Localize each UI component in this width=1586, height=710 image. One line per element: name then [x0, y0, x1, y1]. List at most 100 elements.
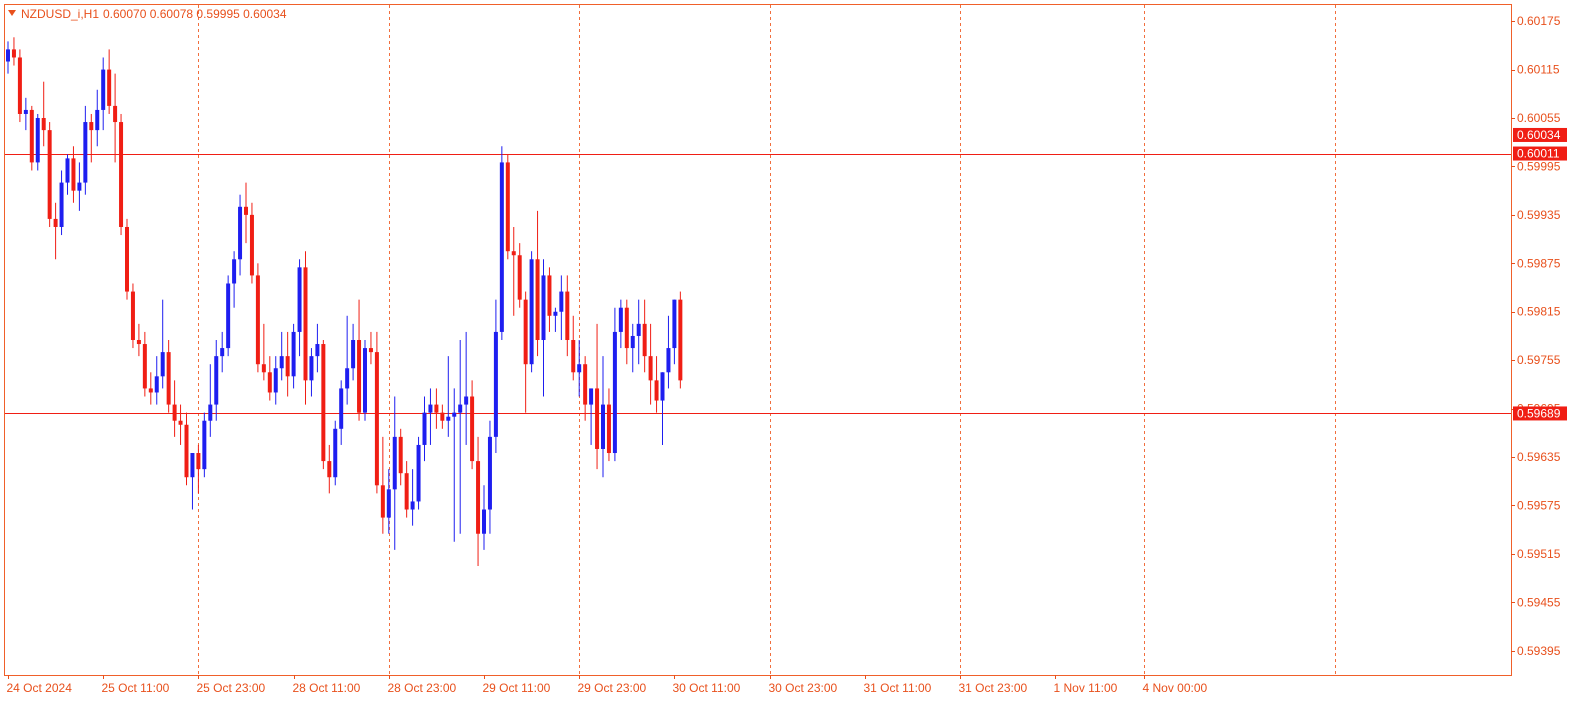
candle-body [29, 109, 34, 163]
time-tick-label: 31 Oct 23:00 [959, 681, 1028, 695]
candle [226, 275, 231, 357]
candle-body [172, 404, 177, 421]
candle-body [226, 283, 231, 349]
candle-body [630, 335, 635, 349]
candle-body [618, 307, 623, 332]
candle-body [553, 311, 558, 316]
time-tick-label: 24 Oct 2024 [7, 681, 73, 695]
candle-body [571, 340, 576, 373]
candle-body [59, 182, 64, 227]
candle-body [232, 259, 237, 284]
candle-body [446, 416, 451, 421]
candle [505, 154, 510, 260]
candle-body [410, 501, 415, 510]
price-tick-label: 0.59455 [1517, 595, 1561, 609]
candle-body [166, 352, 171, 405]
current-price-label: 0.60034 [1513, 127, 1567, 142]
candle-body [333, 428, 338, 478]
candle-body [273, 368, 278, 393]
price-chart[interactable]: 0.60175 0.60115 0.60055 0.59995 0.59935 0.598… [0, 0, 1586, 710]
candle-body [113, 105, 118, 123]
candle [255, 263, 260, 373]
candle-body [148, 388, 153, 393]
candle-body [642, 323, 647, 357]
candle-body [529, 259, 534, 365]
price-tick-label: 0.59815 [1517, 305, 1561, 319]
candle [47, 122, 52, 227]
candle-body [363, 348, 367, 413]
candle-body [648, 356, 653, 381]
ohlc-values: 0.60070 0.60078 0.59995 0.60034 [103, 7, 287, 21]
candle-body [136, 340, 141, 345]
candle-body [547, 275, 552, 316]
price-label-text: 0.60011 [1517, 147, 1560, 161]
candle [130, 283, 135, 349]
candle-body [428, 404, 433, 413]
time-tick-label: 30 Oct 23:00 [769, 681, 838, 695]
candle-body [35, 118, 40, 163]
candle-body [130, 291, 135, 340]
candle [17, 49, 22, 123]
candle-body [559, 291, 564, 312]
candle-body [95, 109, 100, 131]
candle-body [458, 404, 463, 413]
candle-body [107, 69, 112, 106]
price-tick-label: 0.59935 [1517, 208, 1561, 222]
candle-body [214, 356, 219, 405]
candle [529, 251, 534, 373]
candle [333, 420, 338, 486]
candle-body [482, 509, 486, 534]
candle-body [595, 388, 600, 449]
candle-body [6, 49, 10, 62]
candle [35, 113, 40, 171]
candle [119, 113, 124, 236]
candle-body [577, 364, 582, 373]
price-tick-label: 0.59515 [1517, 547, 1561, 561]
candle-body [220, 348, 225, 357]
candle-body [279, 356, 284, 369]
candle-body [351, 340, 356, 369]
candle-body [297, 267, 302, 332]
candle-body [583, 364, 588, 405]
level-price-label: 0.59689 [1513, 406, 1567, 421]
candle-body [65, 158, 70, 183]
candle-body [565, 291, 570, 340]
candle-body [142, 344, 147, 389]
candle-body [541, 275, 546, 340]
candle-body [17, 57, 22, 114]
candle-body [404, 473, 409, 510]
candle-body [499, 162, 504, 332]
candle-body [601, 404, 605, 449]
candle-body [357, 340, 362, 413]
candle-body [476, 461, 481, 534]
candle-body [380, 485, 385, 518]
candle-body [464, 396, 469, 405]
candle-body [470, 396, 475, 462]
price-label-text: 0.59689 [1517, 406, 1561, 420]
candle-body [452, 412, 457, 417]
candle-body [517, 255, 522, 300]
candle-body [303, 267, 308, 381]
candle-body [327, 461, 332, 478]
price-tick-label: 0.59995 [1517, 159, 1561, 173]
level-price-label: 0.60011 [1513, 146, 1567, 161]
candle-body [160, 352, 165, 377]
candle-body [89, 122, 94, 131]
symbol-title: NZDUSD_i,H1 [21, 7, 99, 21]
time-tick-label: 1 Nov 11:00 [1054, 681, 1118, 695]
candle-body [125, 226, 129, 292]
candle-body [535, 259, 540, 340]
candle-body [654, 380, 659, 401]
time-tick-label: 30 Oct 11:00 [673, 681, 741, 695]
chart-background [0, 0, 1586, 710]
candle-body [589, 388, 594, 405]
candle-body [523, 299, 528, 365]
candle-body [249, 214, 254, 276]
candle [416, 436, 421, 510]
candle-body [672, 299, 677, 349]
candle-body [255, 275, 260, 365]
candle-body [345, 368, 350, 389]
time-tick-label: 25 Oct 11:00 [102, 681, 170, 695]
candle [321, 340, 326, 470]
candle-body [119, 122, 124, 227]
